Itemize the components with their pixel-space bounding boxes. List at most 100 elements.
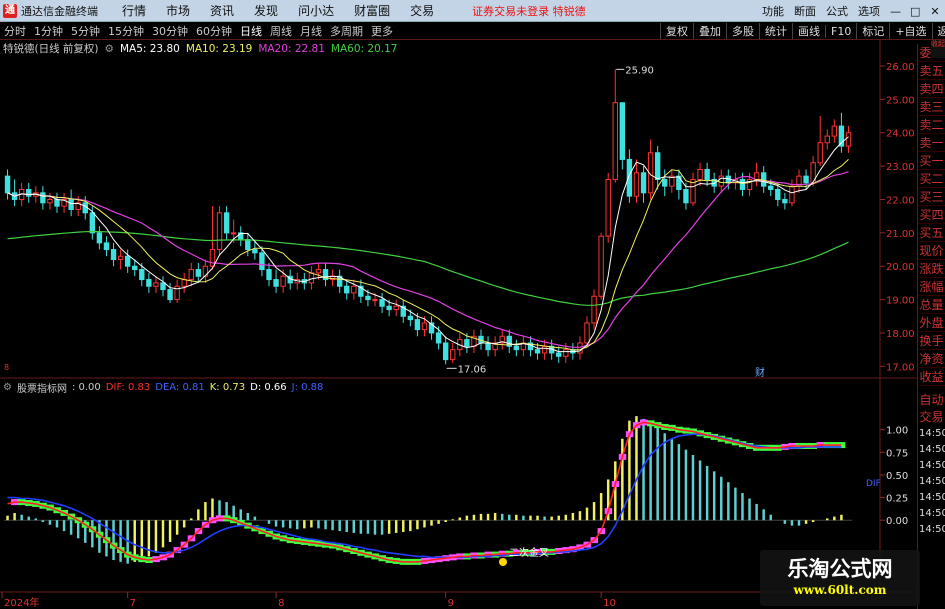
chart-tools: 复权 叠加 多股 统计 画线 F10 标记 +自选 返回	[660, 22, 945, 40]
side-item[interactable]: 外盘	[918, 314, 945, 332]
candle-body	[167, 289, 173, 301]
side-item[interactable]: 收益	[918, 368, 945, 386]
period-tab[interactable]: 60分钟	[192, 23, 236, 39]
watermark-title: 乐淘公式网	[787, 557, 893, 581]
time-tick-label: 9	[448, 598, 454, 609]
side-item[interactable]: 卖三	[918, 98, 945, 116]
login-alert[interactable]: 证券交易未登录 特锐德	[472, 3, 586, 19]
period-tab[interactable]: 5分钟	[67, 23, 104, 39]
draw-button[interactable]: 画线	[792, 23, 825, 39]
chart-area[interactable]: 26.00 25.00 24.00 23.00 22.00 21.00 20.00 19.00…	[0, 40, 917, 609]
price-tick-label: 20.00	[886, 262, 915, 273]
back-button[interactable]: 返回	[931, 23, 945, 39]
candle-body	[273, 279, 279, 287]
watermark: 乐淘公式网 www.60lt.com	[760, 550, 920, 606]
menu-formula[interactable]: 公式	[821, 3, 853, 19]
menu-fortune[interactable]: 财富圈	[344, 2, 400, 19]
candle-body	[633, 172, 640, 197]
candle-body	[753, 172, 760, 180]
side-item[interactable]: 卖一	[918, 134, 945, 152]
side-item[interactable]: 卖二	[918, 116, 945, 134]
side-item[interactable]: 卖四	[918, 80, 945, 98]
candle-body	[541, 345, 548, 354]
auto-trade-label[interactable]: 自动	[918, 392, 945, 409]
menu-assistant[interactable]: 问小达	[288, 2, 344, 19]
candle-body	[315, 269, 322, 274]
candle-body	[534, 349, 541, 354]
stats-button[interactable]: 统计	[759, 23, 792, 39]
side-item[interactable]: 涨跌	[918, 260, 945, 278]
candle-body	[386, 305, 392, 311]
high-label: 25.90	[625, 65, 654, 76]
osc-tick-label: 0.25	[886, 494, 908, 505]
side-item[interactable]: 总量	[918, 296, 945, 314]
overlay-button[interactable]: 叠加	[693, 23, 726, 39]
side-item[interactable]: 卖五	[918, 62, 945, 80]
side-item[interactable]: 买三	[918, 188, 945, 206]
candle-body	[598, 235, 604, 297]
menu-news[interactable]: 资讯	[200, 2, 244, 19]
candle-body	[760, 172, 767, 187]
side-item[interactable]: 买二	[918, 170, 945, 188]
price-tick-label: 19.00	[886, 296, 915, 307]
candle-body	[704, 168, 710, 180]
period-tab[interactable]: 分时	[0, 23, 30, 39]
osc-lines	[7, 421, 842, 563]
collapse-panel-button[interactable]: 收起	[931, 40, 945, 58]
side-item[interactable]: 买一	[918, 152, 945, 170]
side-item[interactable]: 买四	[918, 206, 945, 224]
event-marker[interactable]: 8	[4, 363, 9, 372]
candles	[4, 69, 852, 365]
period-tab[interactable]: 30分钟	[148, 23, 192, 39]
candle-body	[372, 299, 378, 302]
period-tab[interactable]: 月线	[296, 23, 326, 39]
candle-body	[556, 352, 562, 357]
menu-discover[interactable]: 发现	[244, 2, 288, 19]
indicator-name: 股票指标网	[16, 383, 67, 395]
side-item[interactable]: 现价	[918, 242, 945, 260]
indicator-gear-icon[interactable]: ⚙	[3, 382, 12, 393]
price-tick-label: 22.00	[886, 195, 915, 206]
ma20-value: MA20: 22.81	[258, 42, 325, 55]
period-tab-active[interactable]: 日线	[236, 23, 266, 39]
maximize-icon[interactable]: □	[905, 5, 925, 18]
ma5-line	[7, 136, 849, 353]
side-item[interactable]: 净资	[918, 350, 945, 368]
period-tab[interactable]: 周线	[266, 23, 296, 39]
add-watchlist-button[interactable]: +自选	[889, 23, 931, 39]
period-tab[interactable]: 15分钟	[104, 23, 148, 39]
menu-market[interactable]: 市场	[156, 2, 200, 19]
menu-section[interactable]: 断面	[789, 3, 821, 19]
candle-body	[351, 285, 357, 294]
side-item[interactable]: 买五	[918, 224, 945, 242]
menu-function[interactable]: 功能	[757, 3, 789, 19]
period-tab[interactable]: 1分钟	[30, 23, 67, 39]
period-tab[interactable]: 更多	[367, 23, 397, 39]
menu-quotes[interactable]: 行情	[112, 2, 156, 19]
menu-options[interactable]: 选项	[853, 3, 885, 19]
mark-button[interactable]: 标记	[856, 23, 889, 39]
finance-marker[interactable]: 财	[755, 366, 765, 379]
minimize-icon[interactable]: —	[885, 5, 905, 18]
watermark-url: www.60lt.com	[793, 583, 887, 597]
candle-body	[223, 212, 230, 234]
candle-body	[160, 282, 166, 291]
ma5-value: MA5: 23.80	[119, 42, 180, 55]
time-axis: 2024年 7 8 9 10	[1, 592, 616, 609]
period-tab[interactable]: 多周期	[326, 23, 367, 39]
title-right-tools: 功能 断面 公式 选项 — □ ✕	[757, 0, 945, 22]
close-icon[interactable]: ✕	[925, 5, 945, 18]
candle-body	[245, 239, 251, 251]
menu-trade[interactable]: 交易	[400, 2, 444, 19]
multi-stock-button[interactable]: 多股	[726, 23, 759, 39]
time-tick-label: 10	[603, 598, 616, 609]
side-item[interactable]: 涨幅	[918, 278, 945, 296]
f10-button[interactable]: F10	[825, 24, 856, 38]
side-item[interactable]: 换手	[918, 332, 945, 350]
adjust-button[interactable]: 复权	[660, 23, 693, 39]
dif-value: DIF: 0.83	[105, 381, 151, 393]
auto-trade-label[interactable]: 交易	[918, 409, 945, 426]
dea-value: DEA: 0.81	[155, 381, 205, 393]
gear-icon[interactable]: ⚙	[105, 43, 114, 55]
stock-name: 特锐德(日线 前复权)	[3, 43, 99, 55]
